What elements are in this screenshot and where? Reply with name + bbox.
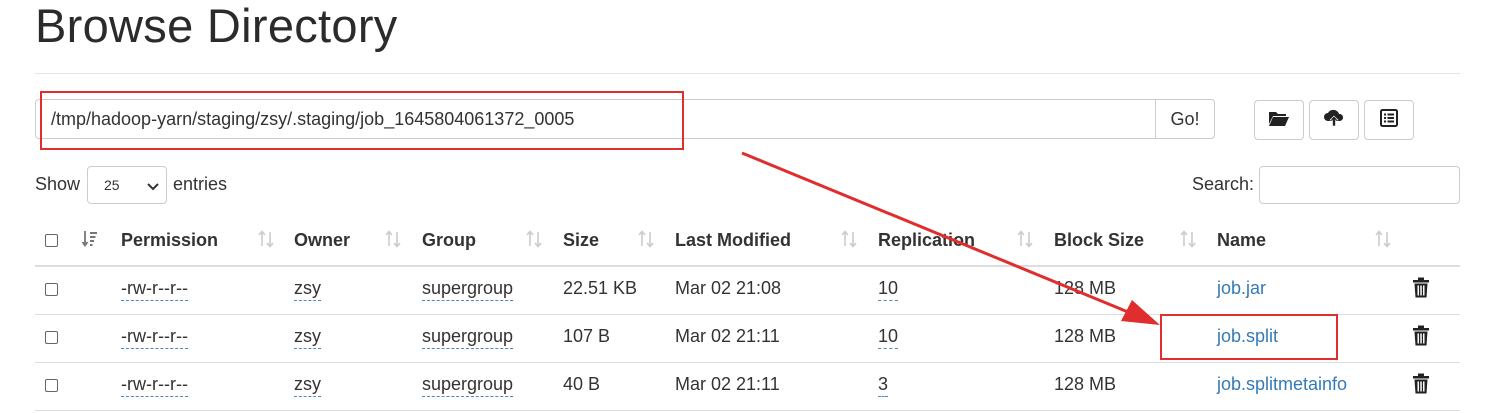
annotation-arrow xyxy=(741,151,1160,325)
